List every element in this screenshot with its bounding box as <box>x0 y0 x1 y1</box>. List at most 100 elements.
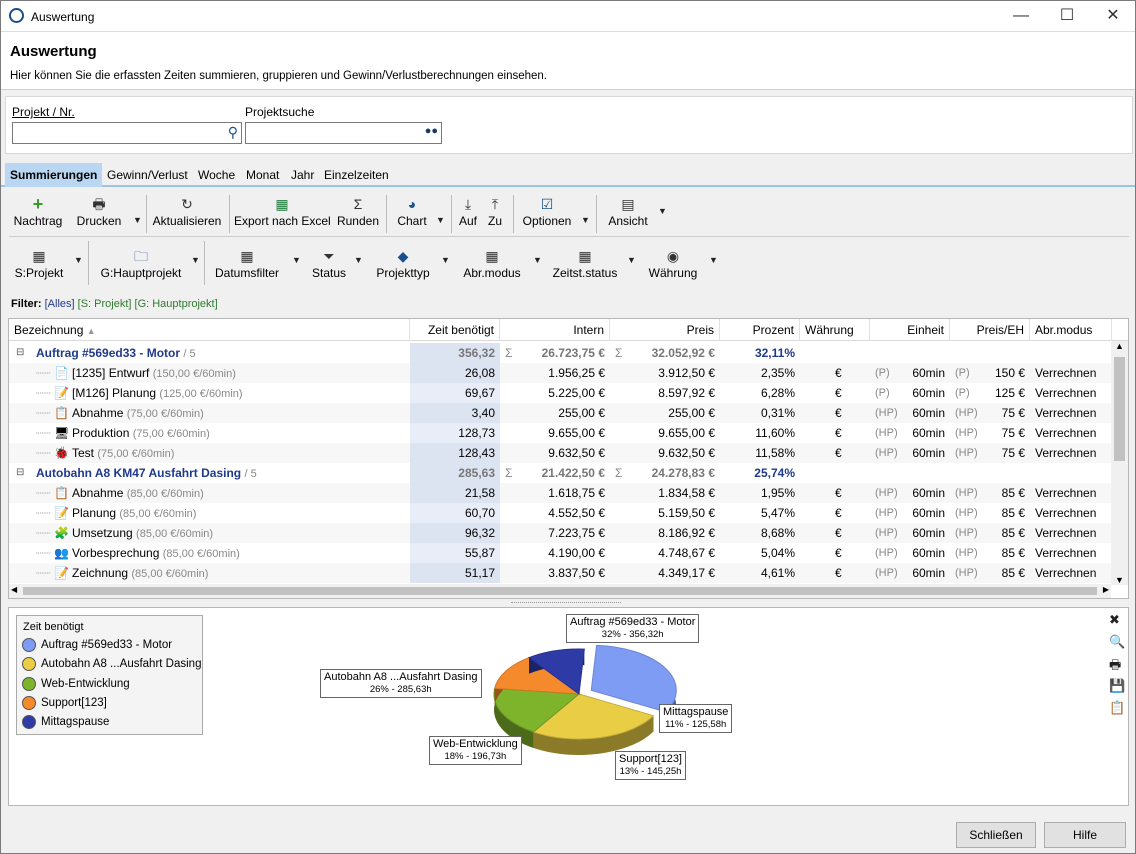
projekttyp-button[interactable]: ◆ Projekttyp <box>373 247 433 281</box>
hscroll-thumb[interactable] <box>23 587 1097 595</box>
drucken-dropdown-icon[interactable]: ▼ <box>133 215 142 225</box>
col-einheit[interactable]: Einheit <box>870 319 950 341</box>
project-search-input[interactable]: ●● <box>245 122 442 144</box>
chart-dropdown-icon[interactable]: ▼ <box>436 215 445 225</box>
status-button[interactable]: ⏷ Status <box>309 247 349 281</box>
row-preis: 9.632,50 € <box>658 446 715 460</box>
project-input[interactable]: ⚲ <box>12 122 242 144</box>
scroll-right-icon[interactable]: ▶ <box>1103 585 1109 594</box>
tab-gewinn-verlust[interactable]: Gewinn/Verlust <box>102 163 193 187</box>
sprojekt-button[interactable]: ▦ S:Projekt <box>13 247 65 281</box>
waehrung-button[interactable]: ◉ Währung <box>645 247 701 281</box>
abrmodus-button[interactable]: ▦ Abr.modus <box>460 247 524 281</box>
col-preiseh[interactable]: Preis/EH <box>950 319 1030 341</box>
filter-s-projekt[interactable]: [S: Projekt] <box>78 298 132 310</box>
legend-item: Web-Entwicklung <box>22 677 130 691</box>
sprojekt-dropdown-icon[interactable]: ▼ <box>74 255 83 265</box>
col-preis[interactable]: Preis <box>610 319 720 341</box>
optionen-dropdown-icon[interactable]: ▼ <box>581 215 590 225</box>
table-row[interactable]: ┈┈ 📝 [M126] Planung (125,00 €/60min) 69,67 5… <box>9 383 1111 403</box>
table-row[interactable]: ┈┈ 🧩 Umsetzung (85,00 €/60min) 96,32 7.223,7… <box>9 523 1111 543</box>
filter-g-hauptprojekt[interactable]: [G: Hauptprojekt] <box>135 298 218 310</box>
maximize-button[interactable]: ☐ <box>1044 1 1090 31</box>
scroll-up-icon[interactable]: ▲ <box>1115 341 1124 351</box>
zu-button[interactable]: ⤒ Zu <box>483 195 507 229</box>
projekttyp-dropdown-icon[interactable]: ▼ <box>441 255 450 265</box>
checklist-icon: ☑ <box>540 196 554 212</box>
print-chart-icon[interactable]: 🖶 <box>1109 656 1121 678</box>
magnifier-icon[interactable]: ⚲ <box>228 124 238 141</box>
abrmodus-dropdown-icon[interactable]: ▼ <box>533 255 542 265</box>
datumsfilter-dropdown-icon[interactable]: ▼ <box>292 255 301 265</box>
status-dropdown-icon[interactable]: ▼ <box>354 255 363 265</box>
table-row[interactable]: ┈┈ 📄 [1235] Entwurf (150,00 €/60min) 26,08 1… <box>9 363 1111 383</box>
scroll-down-icon[interactable]: ▼ <box>1115 575 1124 585</box>
row-zeit: 55,87 <box>410 543 500 563</box>
auf-button[interactable]: ⤓ Auf <box>456 195 480 229</box>
row-zeit: 3,40 <box>410 403 500 423</box>
project-label: Projekt / Nr. <box>12 105 75 119</box>
table-row[interactable]: ┈┈ 📋 Abnahme (75,00 €/60min) 3,40 255,00 €25… <box>9 403 1111 423</box>
expand-toggle-icon[interactable]: ⊟ <box>11 463 27 483</box>
table-row[interactable]: ┈┈ 🐞 Test (75,00 €/60min) 128,43 9.632,50 €9… <box>9 443 1111 463</box>
callout-sub: 11% - 125,58h <box>665 719 727 730</box>
col-prozent[interactable]: Prozent <box>720 319 800 341</box>
chart-button[interactable]: ◕ Chart <box>392 195 432 229</box>
zeitststatus-dropdown-icon[interactable]: ▼ <box>627 255 636 265</box>
ghauptprojekt-button[interactable]: 🗀 G:Hauptprojekt <box>96 247 186 281</box>
runden-button[interactable]: Σ Runden <box>335 195 381 229</box>
waehrung-dropdown-icon[interactable]: ▼ <box>709 255 718 265</box>
export-excel-button[interactable]: ▦ Export nach Excel <box>234 195 331 229</box>
col-zeit[interactable]: Zeit benötigt <box>410 319 500 341</box>
help-button[interactable]: Hilfe <box>1044 822 1126 848</box>
scroll-thumb[interactable] <box>1114 357 1125 461</box>
zeitststatus-button[interactable]: ▦ Zeitst.status <box>550 247 620 281</box>
close-window-button[interactable]: ✕ <box>1090 1 1136 31</box>
ghauptprojekt-dropdown-icon[interactable]: ▼ <box>191 255 200 265</box>
zoom-icon[interactable]: 🔍 <box>1109 634 1125 650</box>
close-chart-icon[interactable]: ✖ <box>1109 612 1120 628</box>
copy-icon[interactable]: 📋 <box>1109 700 1125 716</box>
tab-woche[interactable]: Woche <box>193 163 240 187</box>
row-tag: (HP) <box>955 427 978 439</box>
tab-monat[interactable]: Monat <box>241 163 284 187</box>
tab-jahr[interactable]: Jahr <box>286 163 319 187</box>
row-name-cell: Vorbesprechung (85,00 €/60min) <box>67 543 410 563</box>
expand-toggle-icon[interactable]: ⊟ <box>11 343 27 363</box>
col-abrmodus[interactable]: Abr.modus <box>1030 319 1112 341</box>
window-title: Auswertung <box>31 10 95 24</box>
col-waehrung[interactable]: Währung <box>800 319 870 341</box>
nachtrag-button[interactable]: + Nachtrag <box>9 195 67 229</box>
ansicht-button[interactable]: ▤ Ansicht <box>603 195 653 229</box>
optionen-button[interactable]: ☑ Optionen <box>518 195 576 229</box>
row-rate: (75,00 €/60min) <box>97 448 175 460</box>
group-row[interactable]: ⊟ Auftrag #569ed33 - Motor / 5 356,32 Σ 26.7… <box>9 343 1111 363</box>
table-row[interactable]: ┈┈ 📋 Abnahme (85,00 €/60min) 21,58 1.618,75 … <box>9 483 1111 503</box>
binoculars-icon[interactable]: ●● <box>425 125 438 137</box>
row-preis: 8.186,92 € <box>658 526 715 540</box>
save-icon[interactable]: 💾 <box>1109 678 1125 694</box>
row-name: Abnahme <box>72 406 124 420</box>
group-row[interactable]: ⊟ Autobahn A8 KM47 Ausfahrt Dasing / 5 285… <box>9 463 1111 483</box>
filter-all[interactable]: [Alles] <box>45 298 75 310</box>
table-row[interactable]: ┈┈ 📝 Zeichnung (85,00 €/60min) 51,17 3.837,5… <box>9 563 1111 583</box>
table-row[interactable]: ┈┈ 👥 Vorbesprechung (85,00 €/60min) 55,87 4.… <box>9 543 1111 563</box>
ansicht-dropdown-icon[interactable]: ▼ <box>658 206 667 216</box>
table-row[interactable]: ┈┈ 📝 Planung (85,00 €/60min) 60,70 4.552,50 … <box>9 503 1111 523</box>
horizontal-scrollbar[interactable]: ◀ ▶ <box>9 584 1111 598</box>
tab-einzelzeiten[interactable]: Einzelzeiten <box>319 163 394 187</box>
aktualisieren-button[interactable]: ↻ Aktualisieren <box>150 195 224 229</box>
vertical-scrollbar[interactable]: ▲ ▼ <box>1111 341 1128 585</box>
datumsfilter-button[interactable]: ▦ Datumsfilter <box>212 247 282 281</box>
scroll-left-icon[interactable]: ◀ <box>11 585 17 594</box>
splitter[interactable] <box>511 602 621 604</box>
tab-summierungen[interactable]: Summierungen <box>5 163 103 187</box>
row-tag: (HP) <box>955 527 978 539</box>
table-row[interactable]: ┈┈ 🖥 Produktion (75,00 €/60min) 128,73 9.655… <box>9 423 1111 443</box>
minimize-button[interactable]: — <box>998 1 1044 31</box>
refresh-icon: ↻ <box>181 196 193 212</box>
col-intern[interactable]: Intern <box>500 319 610 341</box>
drucken-button[interactable]: 🖶 Drucken <box>73 195 125 229</box>
col-bezeichnung[interactable]: Bezeichnung ▲ <box>9 319 410 341</box>
close-button[interactable]: Schließen <box>956 822 1036 848</box>
